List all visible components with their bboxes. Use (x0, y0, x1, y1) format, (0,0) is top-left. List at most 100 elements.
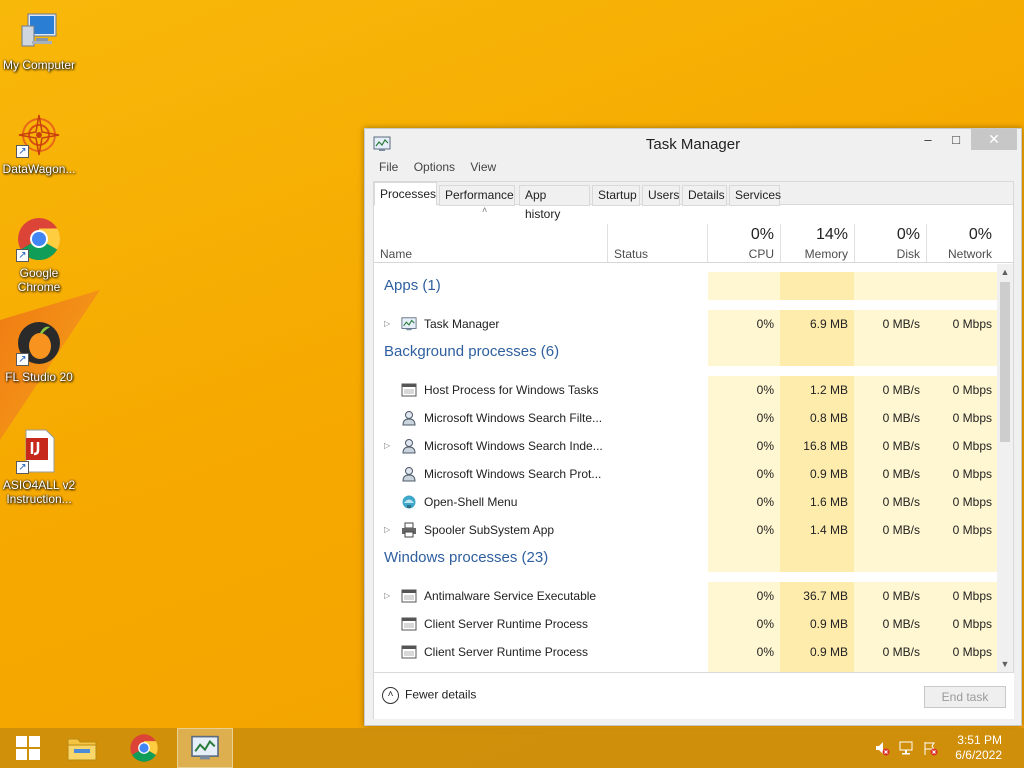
network-percent: 0% (968, 226, 992, 243)
cpu-cell: 0% (708, 376, 780, 404)
desktop-icon-datawagon[interactable]: ↗ DataWagon... (0, 112, 78, 176)
group-header-row[interactable]: Windows processes (23) (374, 544, 998, 572)
clock[interactable]: 3:51 PM 6/6/2022 (955, 733, 1002, 763)
end-task-button[interactable]: End task (924, 686, 1006, 708)
network-cell: 0 Mbps (926, 638, 998, 666)
column-disk[interactable]: Disk (854, 247, 920, 261)
maximize-button[interactable]: □ (943, 129, 969, 150)
network-cell: 0 Mbps (926, 310, 998, 338)
process-name: Open-Shell Menu (424, 495, 518, 509)
column-memory[interactable]: Memory (780, 247, 848, 261)
scrollbar-thumb[interactable] (1000, 282, 1010, 442)
fewer-details-button[interactable]: ˄ Fewer details (382, 687, 476, 704)
task-manager-icon (401, 316, 417, 332)
desktop-icon-my-computer[interactable]: My Computer (0, 8, 78, 72)
table-row[interactable]: ▷ Spooler SubSystem App 0% 1.4 MB 0 MB/s 0 Mb… (374, 516, 998, 544)
tab-processes[interactable]: Processes (374, 182, 437, 206)
column-status[interactable]: Status (614, 247, 648, 261)
column-cpu[interactable]: CPU (708, 247, 774, 261)
clock-date: 6/6/2022 (955, 748, 1002, 762)
shortcut-arrow-icon: ↗ (16, 145, 29, 158)
desktop-icon-asio4all[interactable]: ↗ ASIO4ALL v2 Instruction... (0, 428, 78, 506)
network-cell: 0 Mbps (926, 432, 998, 460)
memory-cell: 0.9 MB (780, 610, 854, 638)
tab-services[interactable]: Services (729, 185, 781, 206)
volume-muted-icon[interactable] (874, 740, 890, 756)
column-name[interactable]: Name (380, 247, 412, 261)
memory-cell: 1.2 MB (780, 376, 854, 404)
disk-cell: 0 MB/s (854, 610, 926, 638)
taskbar-task-manager[interactable] (177, 728, 233, 768)
chevron-up-icon: ˄ (382, 687, 399, 704)
memory-percent: 14% (815, 226, 848, 243)
table-row[interactable]: Host Process for Windows Tasks 0% 1.2 MB 0 … (374, 376, 998, 404)
flag-alert-icon[interactable] (922, 740, 938, 756)
table-row[interactable]: Open-Shell Menu 0% 1.6 MB 0 MB/s 0 Mbps (374, 488, 998, 516)
network-icon[interactable] (898, 740, 914, 756)
table-row[interactable]: ▷ Microsoft Windows Search Inde... 0% 16.8 … (374, 432, 998, 460)
memory-cell: 0.9 MB (780, 460, 854, 488)
table-row[interactable]: Client Server Runtime Process 0% 0.9 MB 0 M… (374, 638, 998, 666)
empty-cell (926, 544, 998, 572)
pdf-document-icon: ↗ (16, 428, 62, 474)
menu-view[interactable]: View (470, 160, 496, 174)
column-divider (607, 224, 608, 262)
table-row[interactable]: ▷ Antimalware Service Executable 0% 36.7 MB… (374, 582, 998, 610)
minimize-button[interactable]: – (915, 129, 941, 150)
scroll-down-icon[interactable]: ▼ (997, 656, 1013, 672)
desktop-icon-fl-studio[interactable]: ↗ FL Studio 20 (0, 320, 78, 384)
fl-studio-icon: ↗ (16, 320, 62, 366)
table-row[interactable]: ▷ Task Manager 0% 6.9 MB 0 MB/s 0 Mbps (374, 310, 998, 338)
menu-options[interactable]: Options (414, 160, 455, 174)
tab-details[interactable]: Details (682, 185, 727, 206)
start-button[interactable] (0, 728, 56, 768)
shortcut-arrow-icon: ↗ (16, 461, 29, 474)
desktop-icon-label: FL Studio 20 (5, 370, 73, 384)
title-bar[interactable]: Task Manager – □ ✕ (365, 129, 1021, 159)
empty-cell (708, 338, 780, 366)
group-header-row[interactable]: Apps (1) (374, 272, 998, 300)
cpu-percent: 0% (750, 226, 774, 243)
search-user-icon (401, 410, 417, 426)
memory-cell: 0.8 MB (780, 404, 854, 432)
scroll-up-icon[interactable]: ▲ (997, 264, 1013, 280)
network-cell: 0 Mbps (926, 460, 998, 488)
tab-performance[interactable]: Performance (439, 185, 515, 206)
table-row[interactable]: Microsoft Windows Search Prot... 0% 0.9 MB… (374, 460, 998, 488)
expand-arrow-icon[interactable]: ▷ (384, 591, 392, 601)
disk-cell: 0 MB/s (854, 488, 926, 516)
desktop-icon-google-chrome[interactable]: ↗ Google Chrome (0, 216, 78, 294)
chrome-icon (130, 734, 158, 762)
taskbar: 3:51 PM 6/6/2022 (0, 728, 1024, 768)
column-network[interactable]: Network (926, 247, 992, 261)
table-row[interactable]: Microsoft Windows Search Filte... 0% 0.8 M… (374, 404, 998, 432)
datawagon-icon: ↗ (16, 112, 62, 158)
close-button[interactable]: ✕ (971, 129, 1017, 150)
table-row[interactable]: Client Server Runtime Process 0% 0.9 MB 0 M… (374, 610, 998, 638)
process-list: Apps (1) ▷ Task Manager 0% 6.9 MB 0 MB/s 0 Mbp… (374, 264, 998, 672)
group-header-row[interactable]: Background processes (6) (374, 338, 998, 366)
menu-bar: File Options View (373, 160, 502, 178)
cpu-cell: 0% (708, 404, 780, 432)
taskbar-chrome[interactable] (116, 728, 172, 768)
tab-app-history[interactable]: App history (519, 185, 590, 221)
network-cell: 0 Mbps (926, 582, 998, 610)
group-title: Windows processes (23) (384, 549, 549, 566)
search-user-icon (401, 466, 417, 482)
vertical-scrollbar[interactable]: ▲ ▼ (997, 264, 1013, 672)
tab-users[interactable]: Users (642, 185, 680, 206)
cpu-cell: 0% (708, 488, 780, 516)
expand-arrow-icon[interactable]: ▷ (384, 525, 392, 535)
search-user-icon (401, 438, 417, 454)
menu-file[interactable]: File (379, 160, 398, 174)
memory-cell: 1.4 MB (780, 516, 854, 544)
empty-cell (926, 272, 998, 300)
process-name: Antimalware Service Executable (424, 589, 597, 603)
process-name: Client Server Runtime Process (424, 617, 589, 631)
disk-cell: 0 MB/s (854, 582, 926, 610)
taskbar-file-explorer[interactable] (54, 728, 110, 768)
expand-arrow-icon[interactable]: ▷ (384, 441, 392, 451)
expand-arrow-icon[interactable]: ▷ (384, 319, 392, 329)
tab-startup[interactable]: Startup (592, 185, 640, 206)
shell-icon (401, 494, 417, 510)
